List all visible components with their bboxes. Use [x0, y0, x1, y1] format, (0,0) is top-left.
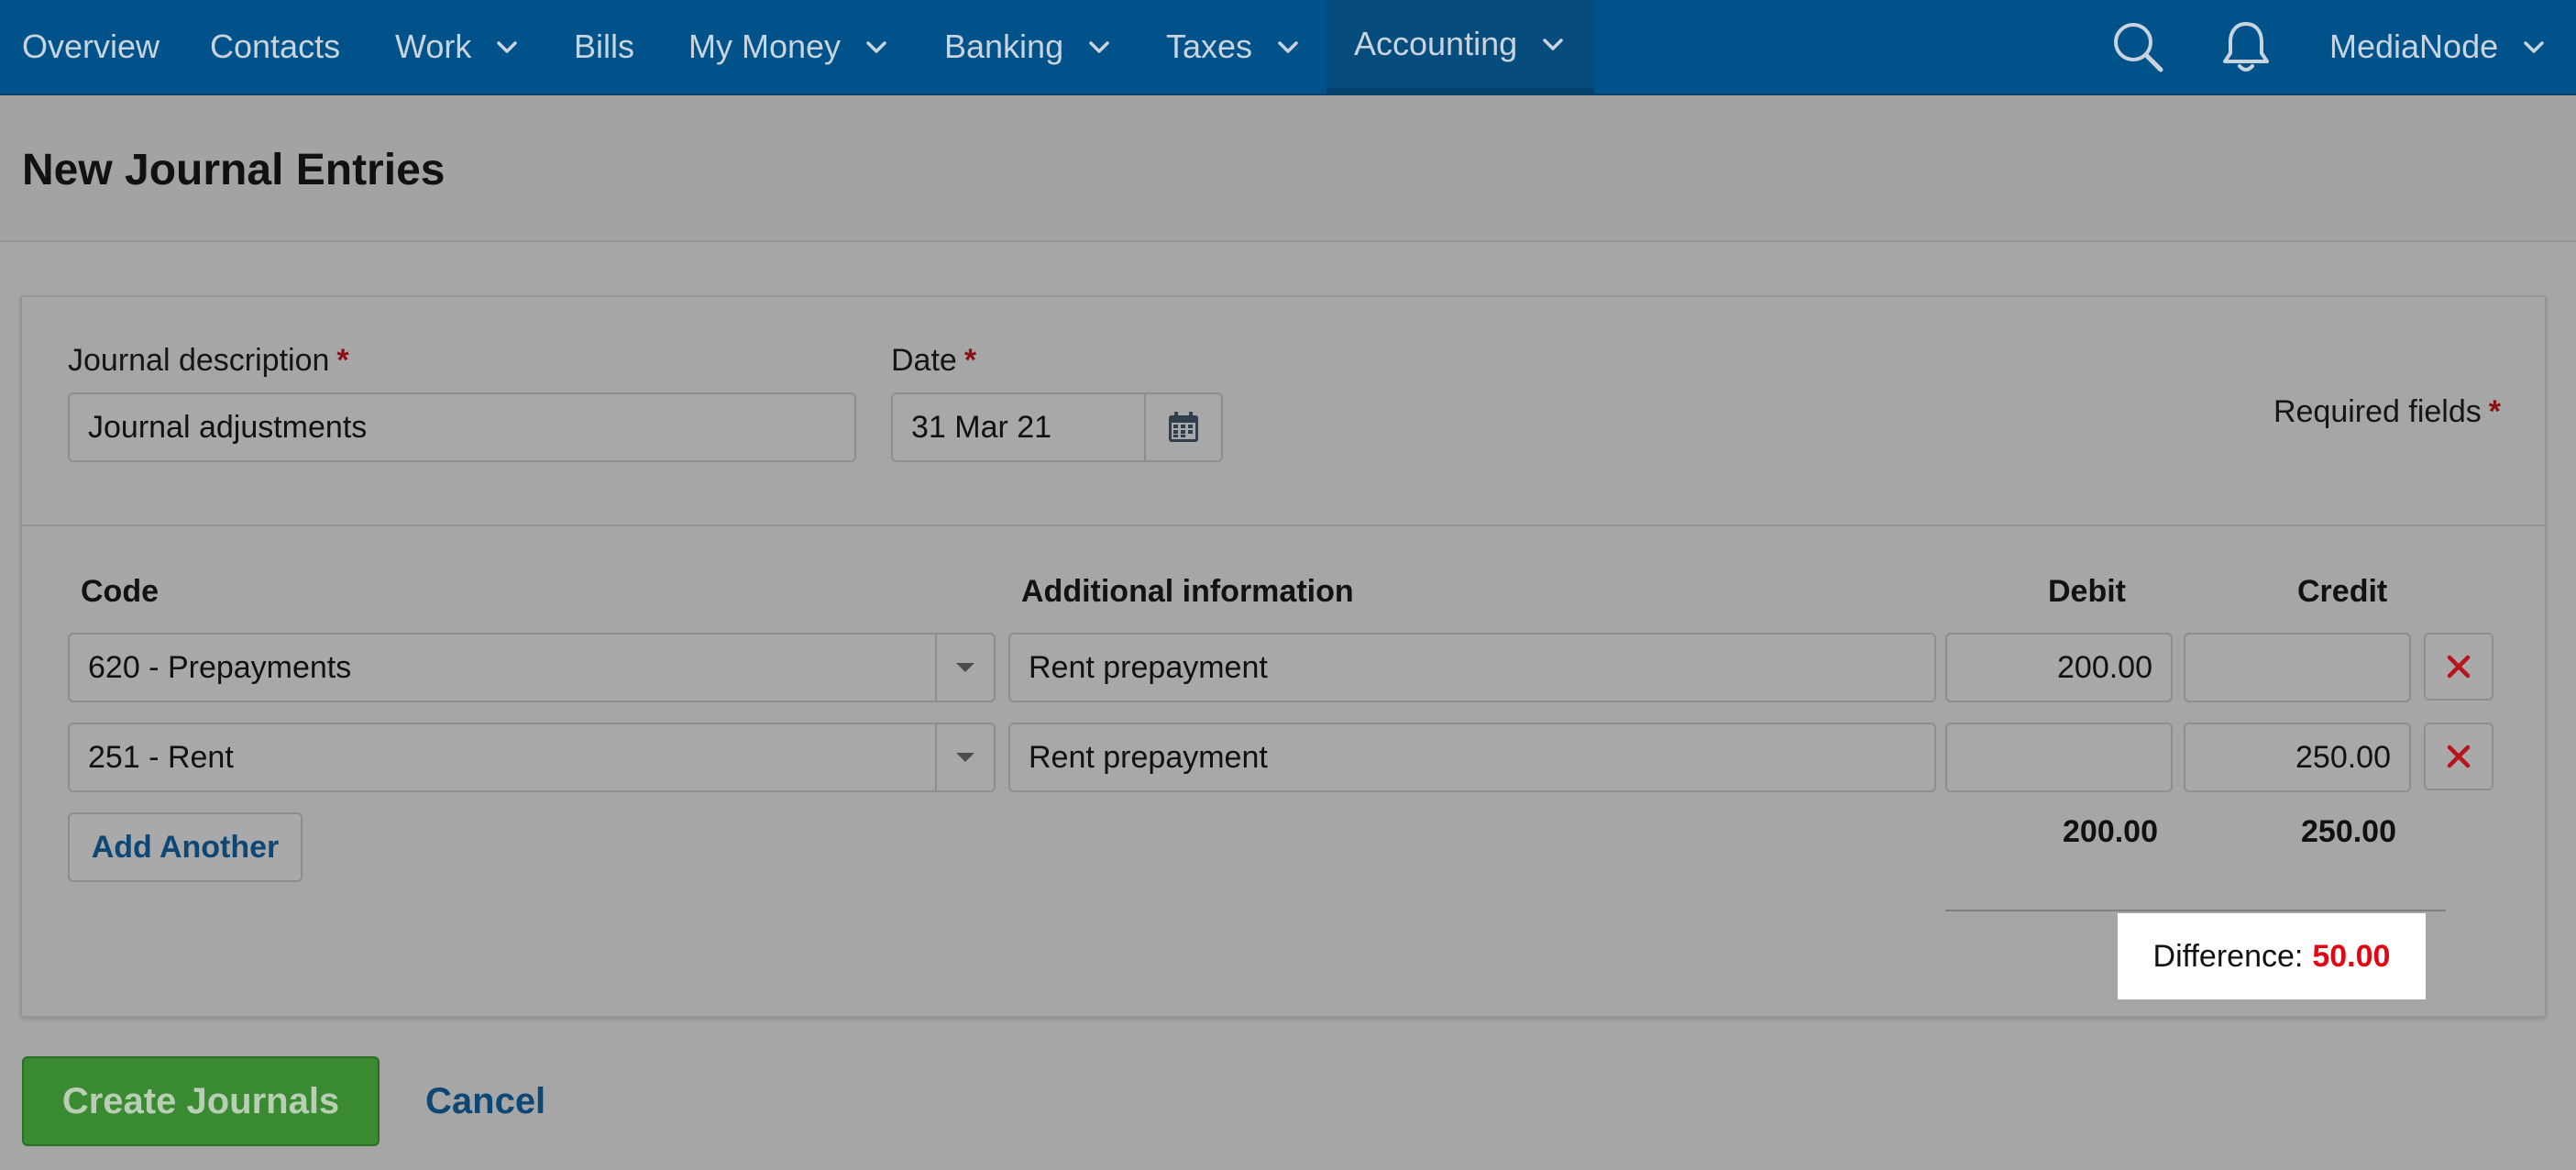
nav-item-label: Overview: [22, 28, 160, 65]
required-marker: *: [2488, 394, 2501, 429]
required-marker: *: [336, 343, 349, 378]
totals-divider: [1945, 910, 2446, 911]
select-caret[interactable]: [935, 724, 994, 790]
nav-item-label: Bills: [574, 28, 635, 65]
nav-item-accounting[interactable]: Accounting: [1327, 0, 1594, 94]
nav-item-taxes[interactable]: Taxes: [1166, 0, 1300, 94]
credit-value: 250.00: [2295, 739, 2391, 775]
chevron-down-icon: [497, 41, 518, 53]
section-divider: [22, 524, 2545, 526]
nav-item-label: Taxes: [1166, 28, 1253, 65]
nav-item-label: Contacts: [210, 28, 341, 65]
description-label: Journal description *: [68, 343, 349, 379]
close-icon: [2447, 655, 2471, 679]
bell-icon: [2223, 22, 2269, 72]
column-header-info: Additional information: [1021, 574, 1354, 609]
calendar-button[interactable]: [1144, 394, 1221, 460]
date-label: Date *: [891, 343, 976, 379]
delete-row-button[interactable]: [2424, 723, 2493, 790]
account-label: MediaNode: [2329, 28, 2499, 65]
date-value: 31 Mar 21: [911, 409, 1052, 445]
total-credit: 250.00: [2301, 814, 2396, 849]
nav-item-bills[interactable]: Bills: [574, 0, 634, 94]
chevron-down-icon: [866, 41, 886, 53]
date-input[interactable]: 31 Mar 21: [891, 392, 1223, 462]
date-label-text: Date: [891, 343, 957, 378]
caret-down-icon: [956, 753, 974, 762]
nav-item-work[interactable]: Work: [395, 0, 519, 94]
difference-box: Difference: 50.00: [2118, 913, 2426, 999]
additional-info-input[interactable]: Rent prepayment: [1008, 633, 1936, 702]
account-code-select[interactable]: 251 - Rent: [68, 723, 996, 792]
nav-item-label: Banking: [944, 28, 1064, 65]
add-another-button[interactable]: Add Another: [68, 812, 303, 882]
page-title: New Journal Entries: [22, 146, 446, 194]
account-code-select[interactable]: 620 - Prepayments: [68, 633, 996, 702]
search-button[interactable]: [2110, 0, 2165, 94]
debit-input[interactable]: [1945, 723, 2173, 792]
select-caret[interactable]: [935, 635, 994, 701]
additional-info-value: Rent prepayment: [1029, 649, 1268, 685]
nav-item-contacts[interactable]: Contacts: [210, 0, 340, 94]
close-icon: [2447, 745, 2471, 768]
description-input[interactable]: Journal adjustments: [68, 392, 856, 462]
additional-info-input[interactable]: Rent prepayment: [1008, 723, 1936, 792]
top-navigation: Overview Contacts Work Bills My Money Ba…: [0, 0, 2576, 95]
difference-value: 50.00: [2312, 938, 2391, 974]
nav-item-my-money[interactable]: My Money: [688, 0, 888, 94]
required-fields-text: Required fields: [2273, 394, 2482, 429]
notifications-button[interactable]: [2218, 0, 2273, 94]
chevron-down-icon: [1543, 39, 1563, 50]
account-menu[interactable]: MediaNode: [2329, 0, 2546, 94]
account-code-value: 620 - Prepayments: [88, 649, 352, 685]
total-debit: 200.00: [2063, 814, 2158, 849]
nav-item-overview[interactable]: Overview: [22, 0, 160, 94]
nav-item-label: Accounting: [1354, 25, 1518, 62]
difference-label: Difference:: [2152, 938, 2304, 974]
column-header-debit: Debit: [2048, 574, 2126, 609]
nav-item-label: My Money: [688, 28, 842, 65]
chevron-down-icon: [1089, 41, 1109, 53]
debit-input[interactable]: 200.00: [1945, 633, 2173, 702]
delete-row-button[interactable]: [2424, 633, 2493, 701]
cancel-link[interactable]: Cancel: [425, 1056, 545, 1146]
required-fields-note: Required fields *: [2273, 394, 2501, 430]
required-marker: *: [963, 343, 977, 378]
chevron-down-icon: [1278, 41, 1298, 53]
column-header-credit: Credit: [2297, 574, 2388, 609]
nav-item-banking[interactable]: Banking: [944, 0, 1111, 94]
journal-form-card: Journal description * Journal adjustments…: [20, 295, 2547, 1018]
caret-down-icon: [956, 663, 974, 672]
page-header: New Journal Entries: [0, 95, 2576, 242]
description-value: Journal adjustments: [88, 409, 368, 445]
create-journals-button[interactable]: Create Journals: [22, 1056, 380, 1146]
debit-value: 200.00: [2057, 649, 2152, 685]
column-header-code: Code: [81, 574, 159, 609]
credit-input[interactable]: 250.00: [2184, 723, 2411, 792]
chevron-down-icon: [2524, 41, 2544, 53]
account-code-value: 251 - Rent: [88, 739, 234, 775]
nav-item-label: Work: [395, 28, 472, 65]
credit-input[interactable]: [2184, 633, 2411, 702]
description-label-text: Journal description: [68, 343, 330, 378]
calendar-icon: [1169, 412, 1198, 442]
search-icon: [2114, 23, 2163, 72]
additional-info-value: Rent prepayment: [1029, 739, 1268, 775]
